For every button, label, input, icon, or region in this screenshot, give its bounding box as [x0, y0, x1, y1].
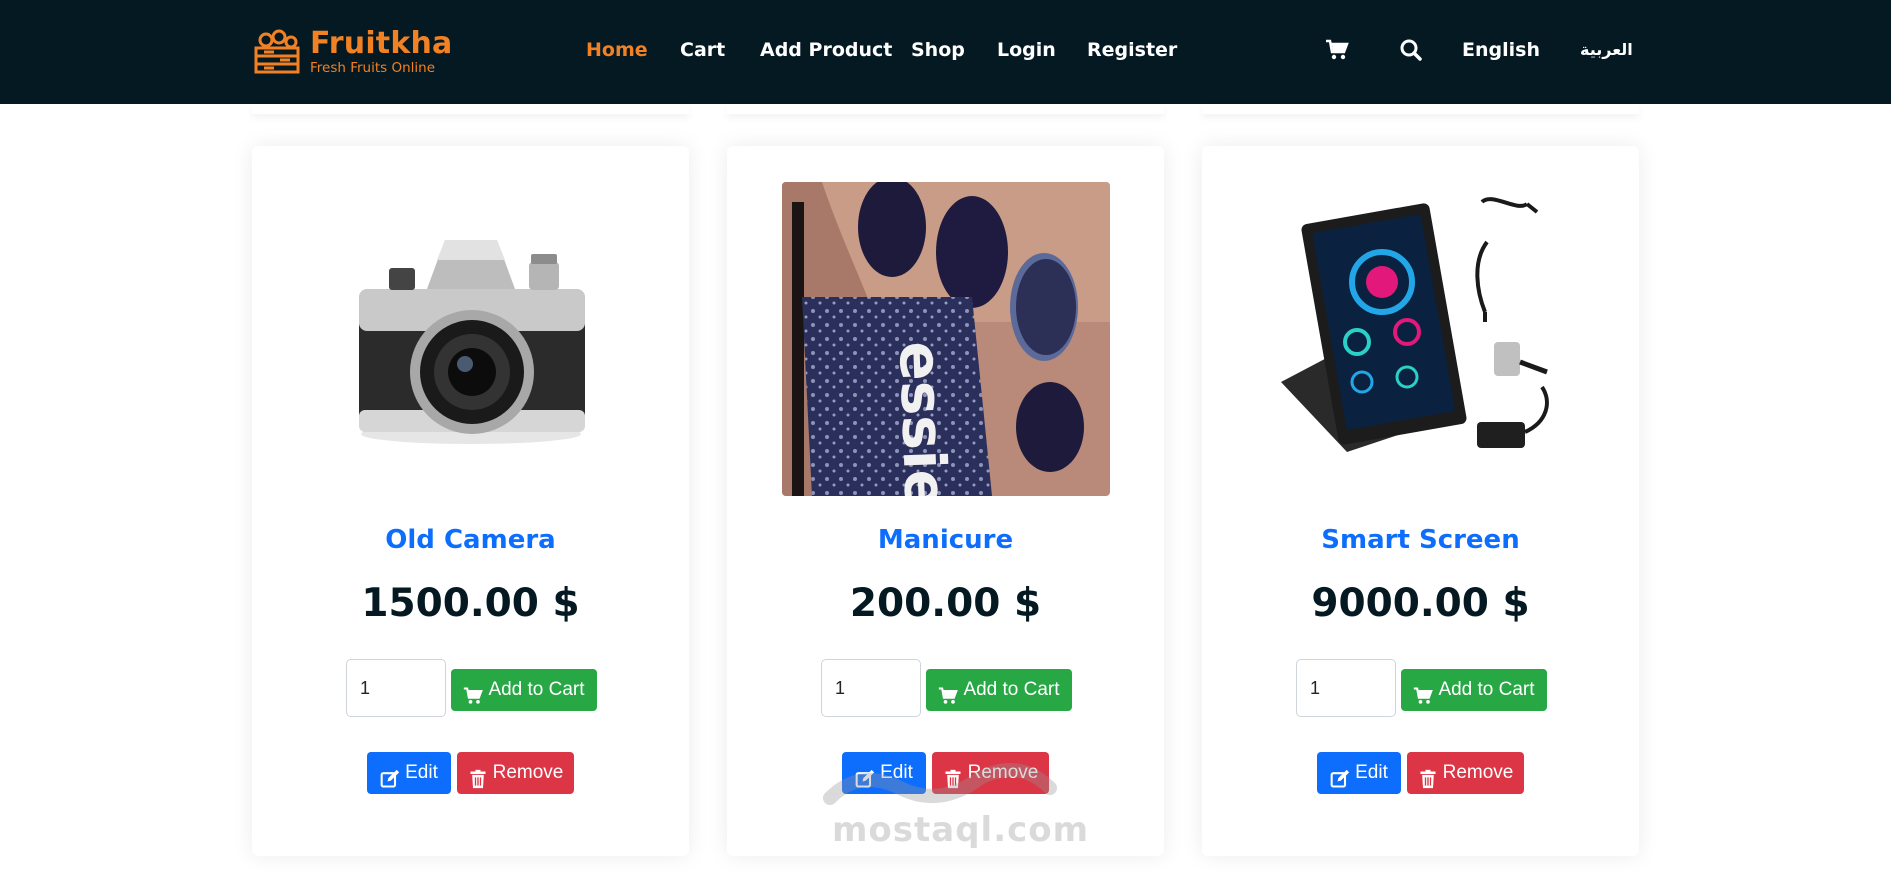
product-title[interactable]: Smart Screen [1202, 524, 1639, 556]
nav-add-product[interactable]: Add Product [760, 38, 892, 62]
trash-icon [468, 763, 488, 789]
edit-button[interactable]: Edit [367, 752, 451, 794]
nav-cart[interactable]: Cart [680, 38, 725, 62]
edit-icon [380, 763, 400, 788]
edit-label: Edit [880, 762, 913, 783]
edit-button[interactable]: Edit [1317, 752, 1401, 794]
language-english[interactable]: English [1462, 38, 1540, 62]
product-title[interactable]: Manicure [727, 524, 1164, 556]
add-to-cart-button[interactable]: Add to Cart [451, 669, 597, 711]
card-edge-shadow [1202, 104, 1639, 114]
brand-logo[interactable]: Fruitkha Fresh Fruits Online [252, 26, 453, 78]
svg-text:essie: essie [886, 340, 960, 496]
trash-icon [1418, 763, 1438, 789]
shopping-cart-icon [1413, 680, 1434, 704]
camera-image[interactable] [307, 182, 635, 496]
nav-register[interactable]: Register [1087, 38, 1177, 62]
remove-label: Remove [967, 762, 1039, 783]
brand-name: Fruitkha [310, 26, 453, 61]
add-to-cart-button[interactable]: Add to Cart [1401, 669, 1547, 711]
nav-home[interactable]: Home [586, 38, 648, 62]
add-to-cart-label: Add to Cart [1438, 679, 1535, 700]
nail-polish-image[interactable]: essie [781, 182, 1110, 496]
search-icon[interactable] [1399, 38, 1423, 62]
remove-button[interactable]: Remove [457, 752, 574, 794]
shopping-cart-icon [463, 680, 484, 704]
product-price: 9000.00 $ [1311, 581, 1530, 626]
product-title[interactable]: Old Camera [252, 524, 689, 556]
edit-label: Edit [405, 762, 438, 783]
edit-icon [855, 763, 875, 788]
top-navbar: Fruitkha Fresh Fruits Online Home Cart A… [0, 0, 1891, 104]
remove-label: Remove [492, 762, 564, 783]
edit-button[interactable]: Edit [842, 752, 926, 794]
nav-login[interactable]: Login [997, 38, 1056, 62]
edit-label: Edit [1355, 762, 1388, 783]
add-to-cart-label: Add to Cart [963, 679, 1060, 700]
add-to-cart-label: Add to Cart [488, 679, 585, 700]
nav-shop[interactable]: Shop [911, 38, 965, 62]
smart-screen-image[interactable] [1257, 182, 1585, 496]
product-price: 200.00 $ [849, 581, 1042, 626]
quantity-input[interactable] [1296, 659, 1396, 717]
product-card: essie Manicure 200.00 $ Add to Cart Edit… [727, 146, 1164, 856]
quantity-input[interactable] [821, 659, 921, 717]
brand-tagline: Fresh Fruits Online [310, 60, 436, 76]
remove-label: Remove [1442, 762, 1514, 783]
product-card: Smart Screen 9000.00 $ Add to Cart Edit … [1202, 146, 1639, 856]
product-price: 1500.00 $ [361, 581, 580, 626]
trash-icon [943, 763, 963, 789]
add-to-cart-button[interactable]: Add to Cart [926, 669, 1072, 711]
remove-button[interactable]: Remove [1407, 752, 1524, 794]
card-edge-shadow [252, 104, 689, 114]
shopping-cart-icon[interactable] [1325, 38, 1349, 62]
fruit-crate-icon [252, 28, 302, 76]
card-edge-shadow [727, 104, 1164, 114]
edit-icon [1330, 763, 1350, 788]
language-arabic[interactable]: العربية [1580, 38, 1633, 62]
shopping-cart-icon [938, 680, 959, 704]
quantity-input[interactable] [346, 659, 446, 717]
product-card: Old Camera 1500.00 $ Add to Cart Edit Re… [252, 146, 689, 856]
remove-button[interactable]: Remove [932, 752, 1049, 794]
